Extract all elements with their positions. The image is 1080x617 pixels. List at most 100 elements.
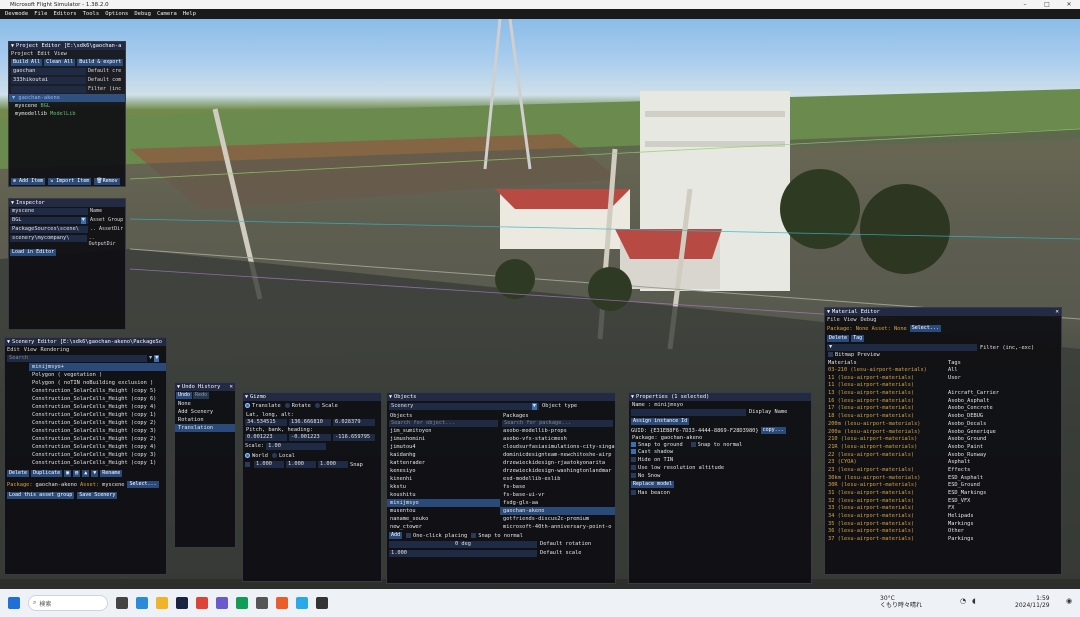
tag-item[interactable]: Asobo_Paint [945,444,1060,452]
object-type-select[interactable]: Scenery ▼ [389,403,539,410]
remove-item-button[interactable]: 🗑Remov [94,178,120,185]
scenery-list-item[interactable]: minijmsyo+ [29,363,166,371]
has-beacon-checkbox[interactable]: Has beacon [629,489,811,497]
load-in-editor-button[interactable]: Load in Editor [10,249,57,256]
tag-item[interactable]: ESD_Ground [945,482,1060,490]
package-item[interactable]: esd-modellib-eslib [500,475,615,483]
snap-normal-checkbox[interactable]: Snap to normal [690,442,742,448]
menu-view[interactable]: View [844,317,857,323]
package-item[interactable]: asobo-modellib-props [500,427,615,435]
menu-devmode[interactable]: Devmode [2,11,31,17]
package-item[interactable]: dominicdesignteam-newchitoshe-airp [500,451,615,459]
object-item[interactable]: koushitu [387,491,500,499]
app-icon[interactable] [276,597,288,609]
object-item[interactable]: naname_souko [387,515,500,523]
rotate-radio[interactable]: Rotate [284,403,311,409]
tag-item[interactable]: Helipads [945,513,1060,521]
wifi-icon[interactable]: ◔ [960,597,966,605]
material-delete-button[interactable]: Delete [827,335,850,342]
material-item[interactable]: 18 (lesu-airport-materials) [825,413,945,421]
longitude-input[interactable]: 136.666810 [289,419,331,426]
object-item[interactable]: jim_sumitoyen [387,427,500,435]
package-item[interactable]: asobo-vfx-staticmesh [500,435,615,443]
tag-item[interactable]: Parkings [945,536,1060,544]
menu-view[interactable]: View [54,51,67,57]
scenery-list-item[interactable]: Construction_SolarCells_Height (copy 4) [29,403,166,411]
tag-item[interactable] [945,382,1060,390]
scenery-list-item[interactable]: Construction_SolarCells_Height (copy 2) [29,419,166,427]
add-item-button[interactable]: ⊕ Add Item [11,178,46,185]
close-icon[interactable]: ✕ [1055,308,1059,315]
tab-redo[interactable]: Redo [193,392,210,399]
material-item[interactable]: 13 (lesu-airport-materials) [825,390,945,398]
duplicate-button[interactable]: Duplicate [31,470,63,477]
latitude-input[interactable]: 34.534515 [245,419,287,426]
gizmo-header[interactable]: ▼ Gizmo [243,393,381,401]
filter-input[interactable] [11,86,86,93]
menu-file[interactable]: File [31,11,50,17]
edge-icon[interactable] [136,597,148,609]
save-scenery-button[interactable]: Save Scenery [77,492,118,499]
scenery-list-item[interactable]: Polygon ( noTIN noBuilding exclusion ) [29,379,166,387]
translate-radio[interactable]: Translate [245,403,281,409]
tag-item[interactable]: Effects [945,467,1060,475]
snap-checkbox[interactable] [245,462,250,467]
scale-radio[interactable]: Scale [314,403,338,409]
material-item[interactable]: 37 (lesu-airport-materials) [825,536,945,544]
material-item[interactable]: 200m (lesu-airport-materials) [825,421,945,429]
material-item[interactable]: 31 (lesu-airport-materials) [825,490,945,498]
material-tag-button[interactable]: Tag [851,335,865,342]
package-item[interactable]: fsdg-glx-aa [500,499,615,507]
objects-header[interactable]: ▼ Objects [387,393,615,401]
package-item[interactable]: drzewieckidesign-washingtonlandmar [500,467,615,475]
undo-item[interactable]: None [175,400,235,408]
tag-item[interactable]: Aircraft_Carrier [945,390,1060,398]
task-view-icon[interactable] [116,597,128,609]
menu-debug[interactable]: Debug [861,317,877,323]
snap-x-input[interactable]: 1.000 [254,461,284,468]
material-filter-input[interactable]: ▼ [827,344,977,351]
folder-icon[interactable]: ▣ [64,470,72,477]
object-item[interactable]: kkstu [387,483,500,491]
object-item[interactable]: musentou [387,507,500,515]
tag-item[interactable]: Asobo_Concrete [945,405,1060,413]
scenery-list-item[interactable]: Construction_SolarCells_Height (copy 3) [29,427,166,435]
app-icon[interactable] [296,597,308,609]
asset-dir-input[interactable]: PackageSources\scene\ [10,226,88,233]
material-item[interactable]: 32 (lesu-airport-materials) [825,498,945,506]
object-search-input[interactable]: Search for object... [389,420,498,427]
pitch-input[interactable]: 0.001223 [245,434,287,441]
scenery-list-item[interactable]: Polygon ( vegetation ) [29,371,166,379]
scenery-list-item[interactable]: Construction_SolarCells_Height (copy 1) [29,459,166,467]
tag-item[interactable]: Markings [945,521,1060,529]
menu-editors[interactable]: Editors [50,11,79,17]
select-button[interactable]: Select... [127,481,159,488]
import-item-button[interactable]: ⇲ Import Item [48,178,92,185]
scenery-list-item[interactable]: Construction_SolarCells_Height (copy 4) [29,443,166,451]
package-item[interactable]: gotfriends-discus2c-premium [500,515,615,523]
snap-normal-checkbox[interactable]: Snap to normal [471,532,523,539]
tab-undo[interactable]: Undo [176,392,193,399]
app-icon[interactable] [256,597,268,609]
package-search-input[interactable]: Search for package... [502,420,613,427]
tag-item[interactable]: Other [945,528,1060,536]
clock[interactable]: 1:59 2024/11/29 [1015,595,1050,609]
material-item[interactable]: 30km (lesu-airport-materials) [825,475,945,483]
material-item[interactable]: 11 (lesu-airport-materials) [825,375,945,383]
scenery-editor-header[interactable]: ▼ Scenery Editor [E:\sdk6\gaochan-akeno\P… [5,338,166,346]
scenery-list-item[interactable]: Construction_SolarCells_Height (copy 1) [29,411,166,419]
bank-input[interactable]: -0.001223 [289,434,331,441]
assign-instance-button[interactable]: Assign instance Id [631,418,690,425]
asset-group-select[interactable]: BGL ▼ [10,217,88,224]
load-asset-group-button[interactable]: Load this asset group [7,492,75,499]
material-item[interactable]: 23 (CYOA) [825,459,945,467]
material-item[interactable]: 22 (lesu-airport-materials) [825,452,945,460]
build-export-button[interactable]: Build & export [77,59,124,66]
object-item[interactable]: jimushomini [387,435,500,443]
arrow-down-icon[interactable]: ▼ [91,470,99,477]
material-item[interactable]: 21R (lesu-airport-materials) [825,444,945,452]
file-explorer-icon[interactable] [156,597,168,609]
object-item[interactable]: kinenhi [387,475,500,483]
altitude-input[interactable]: 6.028379 [333,419,375,426]
material-editor-header[interactable]: ▼ Material Editor ✕ [825,308,1061,316]
